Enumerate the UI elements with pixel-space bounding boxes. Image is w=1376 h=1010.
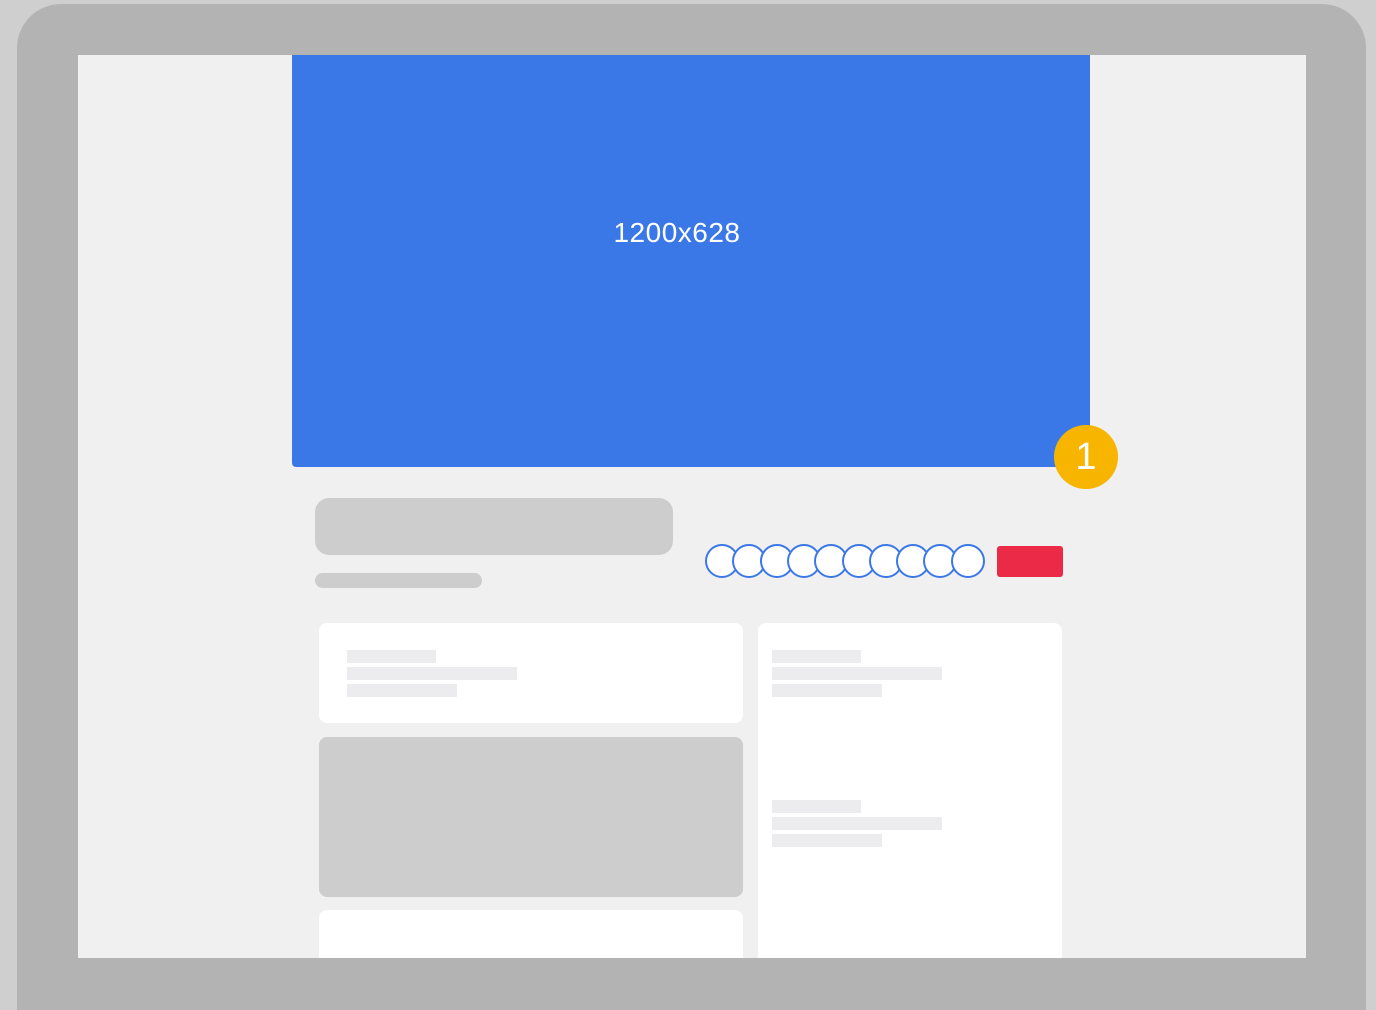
text-line-placeholder [347,684,457,697]
friend-avatar[interactable] [950,544,985,578]
text-line-placeholder [772,650,861,663]
page-title-placeholder [315,498,673,555]
text-line-placeholder [347,667,517,680]
text-line-placeholder [772,800,861,813]
callout-number-badge: 1 [1054,425,1118,489]
text-line-placeholder [772,684,882,697]
text-line-placeholder [772,834,882,847]
cover-photo[interactable]: 1200x628 [292,55,1090,467]
profile-page-screen: 1200x628 1 [78,55,1306,958]
media-placeholder-card [319,737,743,897]
page-subtitle-placeholder [315,573,482,588]
sidebar-card [758,623,1062,958]
info-card [319,623,743,723]
friends-avatar-row [705,544,985,578]
text-line-placeholder [772,667,942,680]
post-card [319,910,743,958]
text-line-placeholder [347,650,436,663]
action-button[interactable] [997,546,1063,577]
cover-photo-size-label: 1200x628 [613,216,741,248]
text-line-placeholder [772,817,942,830]
